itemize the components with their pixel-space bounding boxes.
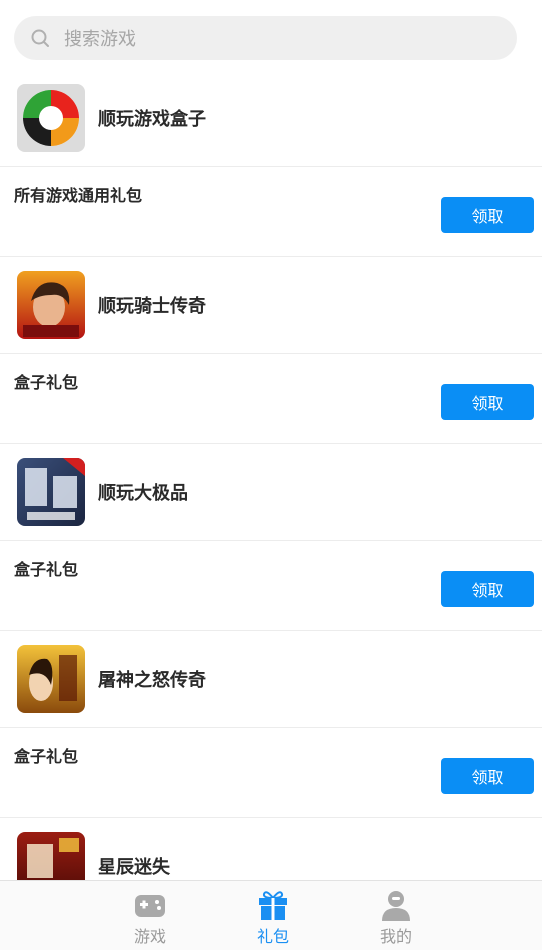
tab-label: 礼包	[256, 927, 289, 946]
claim-button[interactable]: 领取	[441, 197, 534, 233]
game-name: 星辰迷失	[98, 857, 170, 878]
game-row[interactable]: 顺玩大极品	[0, 444, 542, 541]
game-name: 顺玩骑士传奇	[98, 296, 206, 317]
claim-button[interactable]: 领取	[441, 571, 534, 607]
game-row[interactable]: 屠神之怒传奇	[0, 631, 542, 728]
knight-legend-game-icon	[17, 271, 85, 339]
gift-title: 盒子礼包	[14, 373, 79, 392]
search-bar[interactable]: 搜索游戏	[14, 16, 517, 60]
da-ji-pin-game-icon	[17, 458, 85, 526]
claim-button[interactable]: 领取	[441, 384, 534, 420]
gift-row: 盒子礼包 领取	[0, 728, 542, 818]
gift-row: 盒子礼包 领取	[0, 354, 542, 444]
game-row[interactable]: 顺玩游戏盒子	[0, 70, 542, 167]
game-row[interactable]: 顺玩骑士传奇	[0, 257, 542, 354]
user-icon	[382, 891, 410, 921]
gift-row: 所有游戏通用礼包 领取	[0, 167, 542, 257]
gift-title: 盒子礼包	[14, 747, 79, 766]
gift-list[interactable]: 顺玩游戏盒子 所有游戏通用礼包 领取 顺玩骑士传奇 盒子礼包 领取 顺玩大极品 …	[0, 70, 542, 880]
bottom-tab-bar: 游戏 礼包 我的	[0, 880, 542, 950]
tu-shen-game-icon	[17, 645, 85, 713]
search-input[interactable]: 搜索游戏	[64, 25, 136, 51]
claim-button[interactable]: 领取	[441, 758, 534, 794]
gift-title: 所有游戏通用礼包	[14, 186, 143, 205]
tab-profile[interactable]: 我的	[356, 889, 436, 947]
gamepad-icon	[135, 895, 165, 917]
tab-label: 游戏	[133, 927, 166, 946]
tab-label: 我的	[379, 927, 412, 946]
xing-chen-game-icon	[17, 832, 85, 880]
game-name: 顺玩大极品	[98, 483, 188, 504]
gift-row: 盒子礼包 领取	[0, 541, 542, 631]
tab-games[interactable]: 游戏	[110, 889, 190, 947]
gift-title: 盒子礼包	[14, 560, 79, 579]
shunwan-box-logo-icon	[17, 84, 85, 152]
game-row[interactable]: 星辰迷失	[0, 818, 542, 880]
gift-icon	[259, 891, 287, 920]
game-name: 屠神之怒传奇	[98, 670, 206, 691]
game-name: 顺玩游戏盒子	[98, 109, 206, 130]
search-icon	[31, 29, 49, 47]
tab-gifts[interactable]: 礼包	[233, 889, 313, 947]
